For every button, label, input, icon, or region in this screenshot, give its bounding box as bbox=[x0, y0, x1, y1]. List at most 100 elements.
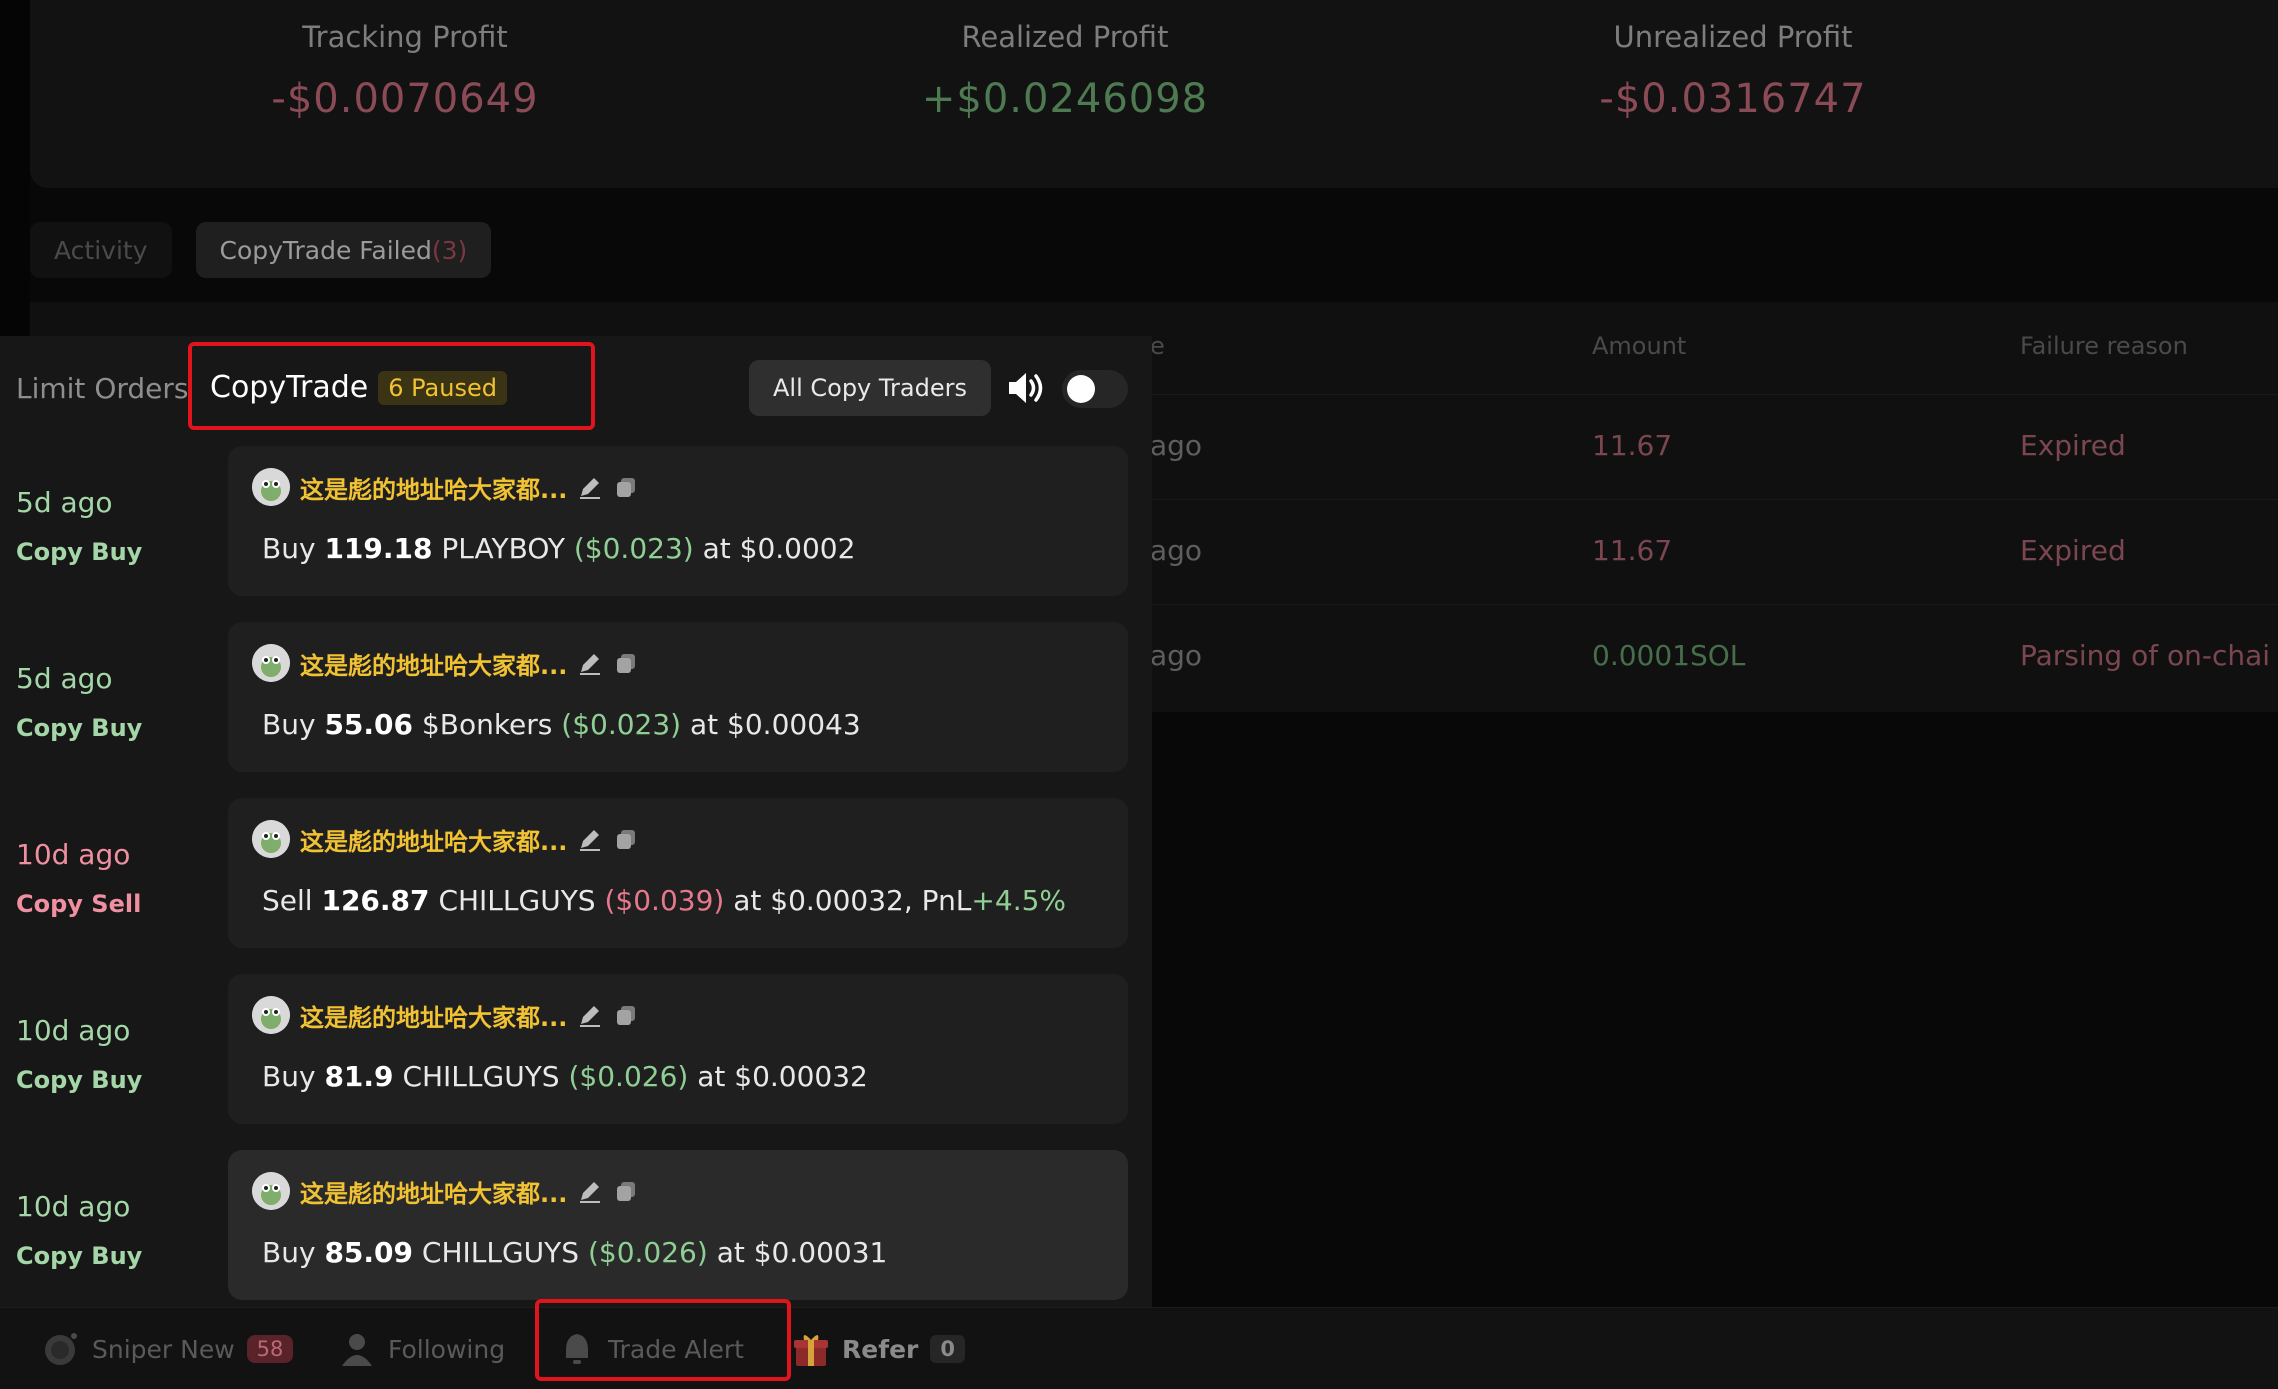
profit-stats-card: Tracking Profit -$0.0070649 Realized Pro… bbox=[30, 0, 2278, 188]
edit-icon[interactable] bbox=[577, 1178, 603, 1204]
copy-icon[interactable] bbox=[613, 1002, 639, 1028]
feed-item: 10d ago Copy Sell 这是彪的地址哈大家都... Sell 126… bbox=[0, 798, 1152, 950]
trade-card[interactable]: 这是彪的地址哈大家都... Buy 55.06 $Bonkers ($0.023… bbox=[228, 622, 1128, 772]
column-header-reason: Failure reason bbox=[2020, 332, 2188, 360]
trade-usd: ($0.023) bbox=[573, 532, 694, 565]
feed-item: 5d ago Copy Buy 这是彪的地址哈大家都... Buy 55.06 … bbox=[0, 622, 1152, 774]
time-cell: ago bbox=[1150, 639, 1203, 672]
refer-count-badge: 0 bbox=[930, 1335, 965, 1363]
avatar bbox=[252, 644, 290, 682]
tab-activity[interactable]: Activity bbox=[30, 222, 172, 278]
highlight-trade-alert bbox=[535, 1299, 791, 1381]
reason-cell: Parsing of on-chai bbox=[2020, 639, 2271, 672]
trade-usd: ($0.023) bbox=[561, 708, 682, 741]
trade-description: Sell 126.87 CHILLGUYS ($0.039) at $0.000… bbox=[262, 884, 1066, 917]
stat-label: Tracking Profit bbox=[302, 20, 508, 54]
trade-usd: ($0.026) bbox=[587, 1236, 708, 1269]
frog-avatar-icon bbox=[252, 996, 290, 1034]
activity-tabs: Activity CopyTrade Failed (3) bbox=[30, 222, 492, 278]
trade-description: Buy 119.18 PLAYBOY ($0.023) at $0.0002 bbox=[262, 532, 855, 565]
nav-sniper-new[interactable]: Sniper New 58 bbox=[42, 1330, 294, 1368]
trader-name[interactable]: 这是彪的地址哈大家都... bbox=[300, 998, 567, 1033]
sound-toggle[interactable] bbox=[1062, 370, 1128, 408]
toggle-knob bbox=[1067, 375, 1095, 403]
tab-copytrade-failed[interactable]: CopyTrade Failed (3) bbox=[195, 222, 492, 278]
copy-icon[interactable] bbox=[613, 650, 639, 676]
feed-kind: Copy Buy bbox=[16, 1242, 143, 1270]
trade-verb: Sell bbox=[262, 884, 313, 917]
trade-verb: Buy bbox=[262, 1060, 316, 1093]
trade-qty: 126.87 bbox=[321, 884, 430, 917]
trade-price: at $0.00031 bbox=[716, 1236, 888, 1269]
reason-cell: Expired bbox=[2020, 429, 2126, 462]
trade-card[interactable]: 这是彪的地址哈大家都... Sell 126.87 CHILLGUYS ($0.… bbox=[228, 798, 1128, 948]
all-copy-traders-button[interactable]: All Copy Traders bbox=[749, 360, 991, 416]
copy-icon[interactable] bbox=[613, 1178, 639, 1204]
trade-alert-panel: Limit Orders CopyTrade 6 Paused All Copy… bbox=[0, 336, 1152, 1307]
trade-token: PLAYBOY bbox=[441, 532, 565, 565]
frog-avatar-icon bbox=[252, 820, 290, 858]
amount-cell: 11.67 bbox=[1592, 429, 1673, 462]
stat-value: -$0.0070649 bbox=[271, 76, 539, 122]
trade-price: at $0.00043 bbox=[690, 708, 861, 741]
column-header-time: e bbox=[1150, 332, 1165, 360]
trade-qty: 85.09 bbox=[324, 1236, 414, 1269]
stat-label: Unrealized Profit bbox=[1613, 20, 1853, 54]
nav-label: Sniper New bbox=[92, 1334, 235, 1364]
feed-time: 10d ago bbox=[16, 1190, 131, 1223]
copy-icon[interactable] bbox=[613, 474, 639, 500]
trade-description: Buy 81.9 CHILLGUYS ($0.026) at $0.00032 bbox=[262, 1060, 868, 1093]
nav-label: Following bbox=[388, 1334, 506, 1364]
stat-value: -$0.0316747 bbox=[1599, 76, 1867, 122]
trade-token: CHILLGUYS bbox=[402, 1060, 560, 1093]
trader-name[interactable]: 这是彪的地址哈大家都... bbox=[300, 822, 567, 857]
feed-kind: Copy Buy bbox=[16, 538, 143, 566]
gift-icon bbox=[794, 1335, 828, 1366]
trader-name[interactable]: 这是彪的地址哈大家都... bbox=[300, 1174, 567, 1209]
trade-qty: 119.18 bbox=[324, 532, 433, 565]
trade-token: CHILLGUYS bbox=[421, 1236, 580, 1269]
feed-time: 10d ago bbox=[16, 838, 131, 871]
unrealized-profit-stat: Unrealized Profit -$0.0316747 bbox=[1543, 20, 1923, 122]
trade-card[interactable]: 这是彪的地址哈大家都... Buy 119.18 PLAYBOY ($0.023… bbox=[228, 446, 1128, 596]
nav-refer[interactable]: Refer 0 bbox=[792, 1330, 965, 1368]
trade-qty: 81.9 bbox=[324, 1060, 394, 1093]
trade-card[interactable]: 这是彪的地址哈大家都... Buy 81.9 CHILLGUYS ($0.026… bbox=[228, 974, 1128, 1124]
trade-qty: 55.06 bbox=[324, 708, 414, 741]
sniper-count-badge: 58 bbox=[246, 1335, 294, 1363]
feed-item: 10d ago Copy Buy 这是彪的地址哈大家都... Buy 81.9 … bbox=[0, 974, 1152, 1126]
edit-icon[interactable] bbox=[577, 650, 603, 676]
nav-following[interactable]: Following bbox=[338, 1330, 505, 1368]
trade-card[interactable]: 这是彪的地址哈大家都... Buy 85.09 CHILLGUYS ($0.02… bbox=[228, 1150, 1128, 1300]
nav-label: Refer bbox=[842, 1334, 919, 1364]
pnl-label: PnL bbox=[921, 884, 972, 917]
trade-description: Buy 55.06 $Bonkers ($0.023) at $0.00043 bbox=[262, 708, 861, 741]
time-cell: ago bbox=[1150, 429, 1203, 462]
avatar bbox=[252, 468, 290, 506]
amount-cell: 0.0001SOL bbox=[1592, 639, 1746, 672]
tab-limit-orders[interactable]: Limit Orders bbox=[16, 372, 188, 405]
feed-item: 5d ago Copy Buy 这是彪的地址哈大家都... Buy 119.18… bbox=[0, 446, 1152, 598]
copy-icon[interactable] bbox=[613, 826, 639, 852]
feed-time: 5d ago bbox=[16, 486, 113, 519]
reason-cell: Expired bbox=[2020, 534, 2126, 567]
stat-value: +$0.0246098 bbox=[921, 76, 1209, 122]
trade-description: Buy 85.09 CHILLGUYS ($0.026) at $0.00031 bbox=[262, 1236, 887, 1269]
trade-usd: ($0.026) bbox=[568, 1060, 689, 1093]
trade-token: CHILLGUYS bbox=[438, 884, 596, 917]
frog-avatar-icon bbox=[252, 468, 290, 506]
edit-icon[interactable] bbox=[577, 1002, 603, 1028]
trader-row: 这是彪的地址哈大家都... bbox=[252, 468, 639, 506]
edit-icon[interactable] bbox=[577, 826, 603, 852]
pnl-value: +4.5% bbox=[971, 884, 1067, 917]
trader-name[interactable]: 这是彪的地址哈大家都... bbox=[300, 646, 567, 681]
frog-avatar-icon bbox=[252, 644, 290, 682]
speaker-icon[interactable] bbox=[1005, 368, 1047, 408]
avatar bbox=[252, 1172, 290, 1210]
trader-row: 这是彪的地址哈大家都... bbox=[252, 996, 639, 1034]
trader-name[interactable]: 这是彪的地址哈大家都... bbox=[300, 470, 567, 505]
edit-icon[interactable] bbox=[577, 474, 603, 500]
trade-verb: Buy bbox=[262, 532, 316, 565]
trader-row: 这是彪的地址哈大家都... bbox=[252, 1172, 639, 1210]
trader-row: 这是彪的地址哈大家都... bbox=[252, 644, 639, 682]
